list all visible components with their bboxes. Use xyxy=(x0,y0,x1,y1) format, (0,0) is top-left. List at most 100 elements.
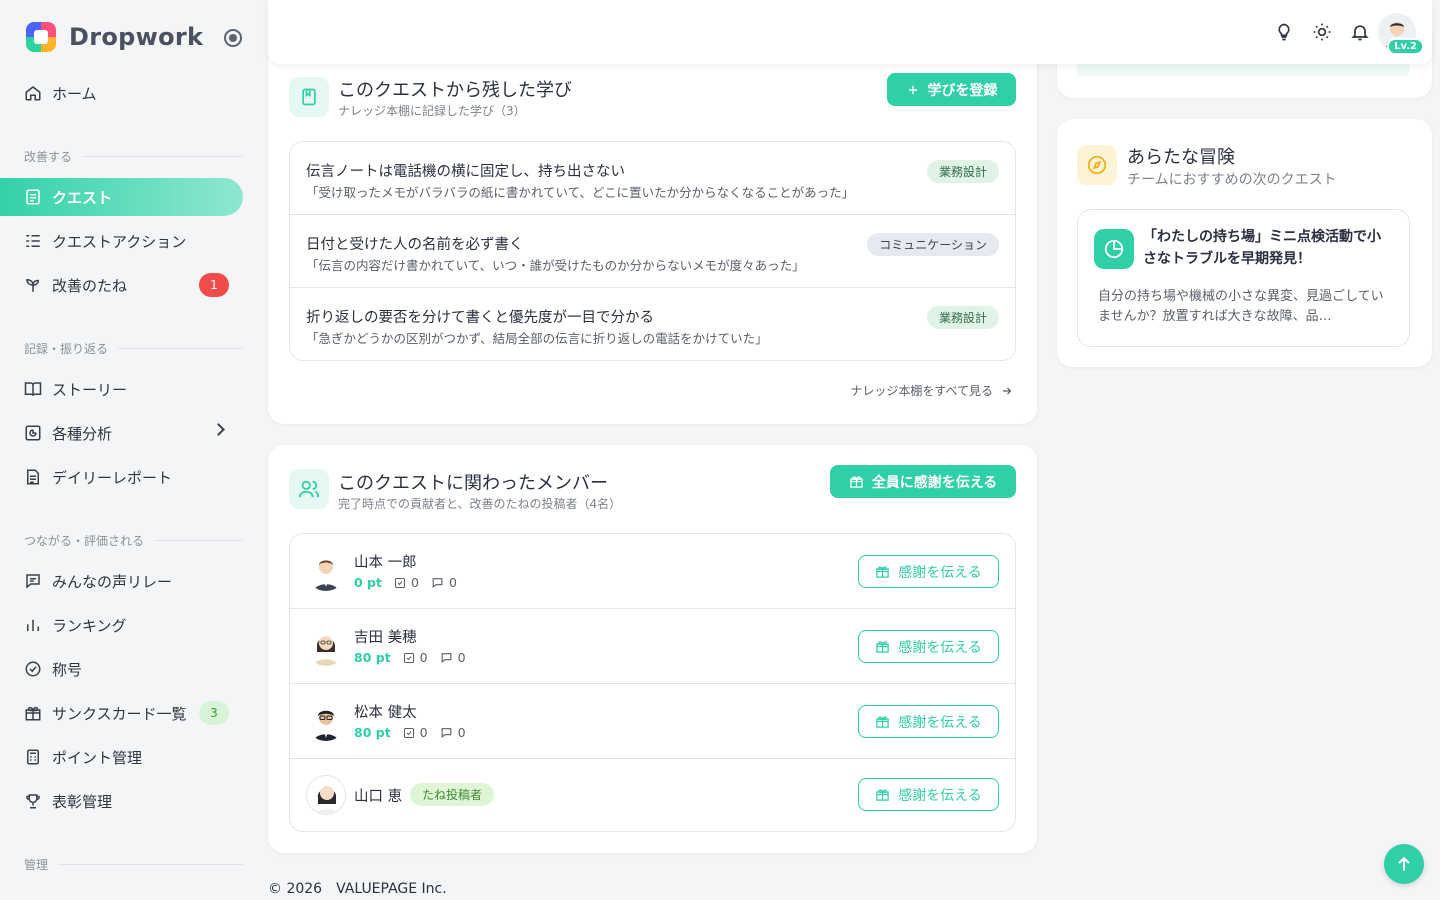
arrow-right-icon xyxy=(1001,385,1013,397)
member-points: 80 pt xyxy=(354,650,391,665)
category-tag: コミュニケーション xyxy=(867,233,999,256)
comment-stat: 0 xyxy=(440,650,466,665)
thank-all-button[interactable]: 全員に感謝を伝える xyxy=(830,465,1016,498)
sidebar-toggle-icon[interactable] xyxy=(224,29,242,47)
member-row: 吉田 美穂 80 pt 0 0 感謝を伝える xyxy=(290,609,1015,684)
thank-label: 感謝を伝える xyxy=(898,787,982,804)
checklist-icon xyxy=(24,232,42,250)
task-stat: 0 xyxy=(394,575,419,590)
chevron-right-icon xyxy=(212,423,225,436)
avatar xyxy=(306,775,346,815)
nav-points-label: ポイント管理 xyxy=(52,748,143,767)
gift-icon xyxy=(875,564,890,579)
user-avatar[interactable]: Lv.2 xyxy=(1378,13,1424,55)
section-record: 記録・振り返る xyxy=(24,340,243,357)
member-stats: 80 pt 0 0 xyxy=(354,725,478,740)
scroll-top-button[interactable] xyxy=(1384,844,1424,884)
learning-quote: 「受け取ったメモがバラバラの紙に書かれていて、どこに置いたか分からなくなることが… xyxy=(306,185,855,200)
recommended-quest-card[interactable]: 「わたしの持ち場」ミニ点検活動で小さなトラブルを早期発見！ 自分の持ち場や機械の… xyxy=(1077,209,1410,347)
section-improve: 改善する xyxy=(24,148,243,165)
thank-label: 感謝を伝える xyxy=(898,564,982,581)
see-all-knowledge-link[interactable]: ナレッジ本棚をすべて見る xyxy=(850,382,1013,399)
avatar xyxy=(306,701,346,741)
thank-label: 感謝を伝える xyxy=(898,714,982,731)
learnings-subtitle: ナレッジ本棚に記録した学び（3） xyxy=(338,104,526,118)
member-name: 山本 一郎 xyxy=(354,555,417,571)
nav-seeds-label: 改善のたね xyxy=(52,276,128,295)
nav-awards[interactable]: 表彰管理 xyxy=(0,782,243,820)
section-connect: つながる・評価される xyxy=(24,532,243,549)
thank-button[interactable]: 感謝を伝える xyxy=(858,778,999,811)
member-stats: 0 pt 0 0 xyxy=(354,575,469,590)
nav-home[interactable]: ホーム xyxy=(0,74,243,112)
sun-icon[interactable] xyxy=(1310,20,1334,44)
home-icon xyxy=(24,84,42,102)
list-item[interactable]: 折り返しの要否を分けて書くと優先度が一目で分かる 「急ぎかどうかの区別がつかず、… xyxy=(290,288,1015,360)
learnings-card: このクエストから残した学び ナレッジ本棚に記録した学び（3） 学びを登録 伝言ノ… xyxy=(268,44,1037,424)
thank-button[interactable]: 感謝を伝える xyxy=(858,630,999,663)
comment-stat: 0 xyxy=(431,575,457,590)
list-item[interactable]: 伝言ノートは電話機の横に固定し、持ち出さない 「受け取ったメモがバラバラの紙に書… xyxy=(290,142,1015,215)
bell-icon[interactable] xyxy=(1348,20,1372,44)
member-points: 0 pt xyxy=(354,575,382,590)
section-admin: 管理 xyxy=(24,856,243,873)
learning-title: 伝言ノートは電話機の横に固定し、持ち出さない xyxy=(306,164,625,180)
learnings-list: 伝言ノートは電話機の横に固定し、持ち出さない 「受け取ったメモがバラバラの紙に書… xyxy=(289,141,1016,361)
nav-titles[interactable]: 称号 xyxy=(0,650,243,688)
nav-ranking[interactable]: ランキング xyxy=(0,606,243,644)
nav-daily-report[interactable]: デイリーレポート xyxy=(0,458,243,496)
brand-logo-icon xyxy=(26,22,56,52)
gift-icon xyxy=(875,787,890,802)
list-item[interactable]: 日付と受けた人の名前を必ず書く 「伝言の内容だけ書かれていて、いつ・誰が受けたも… xyxy=(290,215,1015,288)
learning-quote: 「伝言の内容だけ書かれていて、いつ・誰が受けたものか分からないメモが度々あった」 xyxy=(306,258,805,273)
report-icon xyxy=(24,468,42,486)
comment-icon xyxy=(440,726,453,739)
adventure-title: あらたな冒険 xyxy=(1127,147,1235,168)
document-icon xyxy=(24,188,42,206)
members-card: このクエストに関わったメンバー 完了時点での貢献者と、改善のたねの投稿者（4名）… xyxy=(268,445,1037,853)
nav-home-label: ホーム xyxy=(52,84,97,103)
nav-awards-label: 表彰管理 xyxy=(52,792,113,811)
category-tag: 業務設計 xyxy=(926,160,999,183)
thank-button[interactable]: 感謝を伝える xyxy=(858,705,999,738)
nav-quest-action[interactable]: クエストアクション xyxy=(0,222,243,260)
member-name: 山口 恵 xyxy=(354,789,403,805)
checkbox-icon xyxy=(394,577,406,589)
trophy-icon xyxy=(24,792,42,810)
adventure-subtitle: チームにおすすめの次のクエスト xyxy=(1127,172,1337,188)
avatar xyxy=(306,626,346,666)
nav-quest[interactable]: クエスト xyxy=(0,178,243,216)
sprout-icon xyxy=(24,276,42,294)
nav-seeds[interactable]: 改善のたね 1 xyxy=(0,266,243,304)
nav-voice-relay[interactable]: みんなの声リレー xyxy=(0,562,243,600)
lightbulb-icon[interactable] xyxy=(1272,20,1296,44)
badge-check-icon xyxy=(24,660,42,678)
gift-icon xyxy=(24,704,42,722)
book-icon xyxy=(24,380,42,398)
thank-button[interactable]: 感謝を伝える xyxy=(858,555,999,588)
register-learning-button[interactable]: 学びを登録 xyxy=(887,73,1016,106)
compass-icon xyxy=(1077,145,1117,185)
member-name: 吉田 美穂 xyxy=(354,630,417,646)
bar-chart-icon xyxy=(24,616,42,634)
see-all-label: ナレッジ本棚をすべて見る xyxy=(850,384,993,398)
nav-thanks-cards-label: サンクスカード一覧 xyxy=(52,704,187,723)
calculator-icon xyxy=(24,748,42,766)
brand[interactable]: Dropwork xyxy=(26,22,203,52)
brand-name: Dropwork xyxy=(69,23,204,51)
message-icon xyxy=(24,572,42,590)
nav-points[interactable]: ポイント管理 xyxy=(0,738,243,776)
nav-analysis-label: 各種分析 xyxy=(52,424,113,443)
member-row: 山本 一郎 0 pt 0 0 感謝を伝える xyxy=(290,534,1015,609)
users-icon xyxy=(289,469,329,509)
seeds-count-badge: 1 xyxy=(199,273,229,297)
comment-icon xyxy=(431,576,444,589)
gift-icon xyxy=(875,639,890,654)
nav-analysis[interactable]: 各種分析 xyxy=(0,414,243,452)
nav-story[interactable]: ストーリー xyxy=(0,370,243,408)
thanks-count-badge: 3 xyxy=(199,701,229,725)
nav-thanks-cards[interactable]: サンクスカード一覧 3 xyxy=(0,694,243,732)
member-points: 80 pt xyxy=(354,725,391,740)
adventure-card: あらたな冒険 チームにおすすめの次のクエスト 「わたしの持ち場」ミニ点検活動で小… xyxy=(1057,119,1432,367)
arrow-up-icon xyxy=(1394,854,1414,874)
